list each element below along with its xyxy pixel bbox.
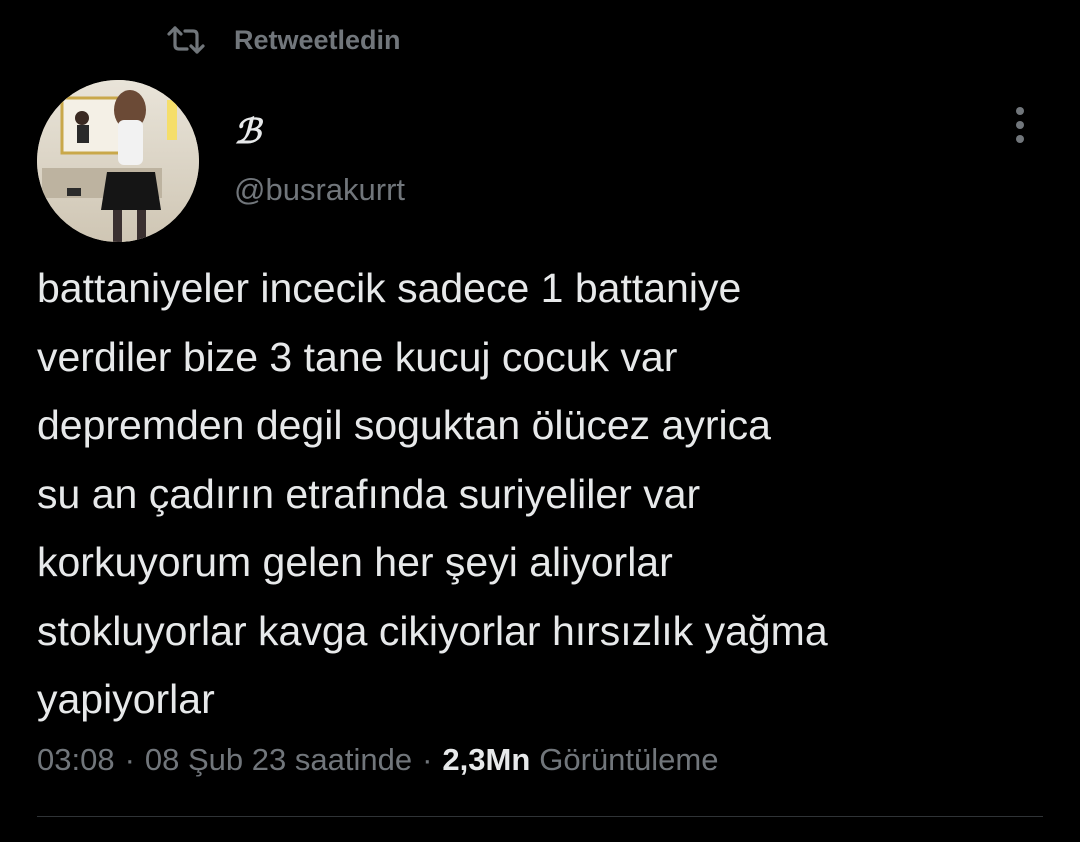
tweet-page: Retweetledin ℬ @busrakurrt battaniyeler … xyxy=(0,0,1080,842)
meta-separator: · xyxy=(422,742,433,777)
tweet-date[interactable]: 08 Şub 23 saatinde xyxy=(145,742,412,778)
retweet-label: Retweetledin xyxy=(234,24,401,55)
meta-separator: · xyxy=(124,742,135,777)
avatar[interactable] xyxy=(37,80,199,242)
views-count[interactable]: 2,3Mn xyxy=(442,742,530,778)
more-vertical-icon xyxy=(1014,105,1026,150)
divider xyxy=(37,816,1043,817)
tweet-time[interactable]: 03:08 xyxy=(37,742,115,778)
author-display-name[interactable]: ℬ xyxy=(234,112,261,152)
author-handle[interactable]: @busrakurrt xyxy=(234,172,405,208)
more-options-button[interactable] xyxy=(1002,105,1038,149)
tweet-metadata: 03:08 · 08 Şub 23 saatinde · 2,3Mn Görün… xyxy=(37,738,718,782)
avatar-photo xyxy=(37,80,199,242)
retweet-indicator[interactable]: Retweetledin xyxy=(166,22,401,58)
tweet-text: battaniyeler incecik sadece 1 battaniye … xyxy=(37,265,828,722)
views-label: Görüntüleme xyxy=(539,742,719,777)
retweet-icon xyxy=(166,25,206,55)
